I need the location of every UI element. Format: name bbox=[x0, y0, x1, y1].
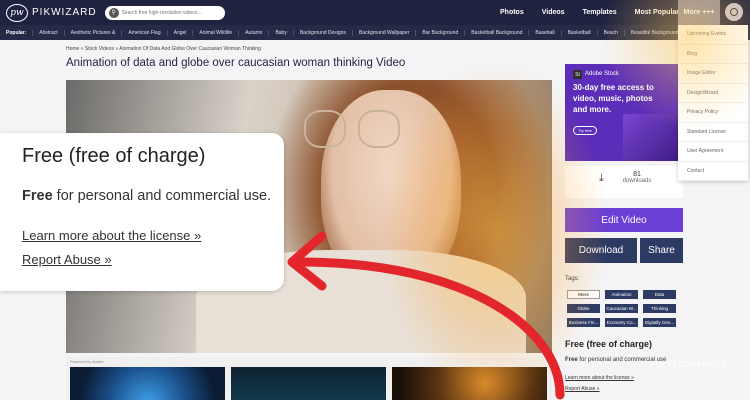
adobe-stock-ad[interactable]: St Adobe Stock 30-day free access to vid… bbox=[565, 64, 683, 161]
sidebar-license-free-bold: Free bbox=[565, 357, 578, 363]
menu-item-upcoming-events[interactable]: Upcoming Events bbox=[678, 25, 748, 45]
pikwizard-logo[interactable]: pw PIKWIZARD bbox=[6, 3, 97, 22]
search-input[interactable] bbox=[121, 9, 222, 16]
tag-more-button[interactable]: More bbox=[567, 290, 600, 299]
downloads-counter: ⤓ 81 downloads bbox=[565, 166, 683, 198]
share-button[interactable]: Share bbox=[640, 238, 683, 263]
nav-templates[interactable]: Templates bbox=[583, 9, 617, 16]
tag-chip[interactable]: Business Fin... bbox=[567, 318, 600, 327]
license-usage-text: for personal and commercial use. bbox=[52, 188, 272, 204]
category-link[interactable]: Autumn bbox=[238, 29, 268, 36]
adobe-ad-artwork bbox=[623, 114, 683, 161]
category-link[interactable]: Baseball bbox=[528, 29, 560, 36]
category-link[interactable]: Angel bbox=[166, 29, 193, 36]
related-video-thumb[interactable] bbox=[70, 367, 225, 400]
search-icon[interactable]: ⚲ bbox=[108, 7, 119, 18]
sidebar-learn-more-link[interactable]: Learn more about the license » bbox=[565, 375, 634, 381]
sidebar-report-abuse-link[interactable]: Report Abuse » bbox=[565, 386, 599, 392]
adobe-try-free-button[interactable]: Try free bbox=[573, 126, 597, 135]
menu-item-blog[interactable]: Blog bbox=[678, 45, 748, 64]
license-heading: Free (free of charge) bbox=[22, 145, 206, 167]
category-link[interactable]: Basketball bbox=[560, 29, 597, 36]
page-title: Animation of data and globe over caucasi… bbox=[66, 57, 406, 69]
tag-chip[interactable]: Economy Co... bbox=[605, 318, 638, 327]
nav-photos[interactable]: Photos bbox=[500, 9, 524, 16]
category-link[interactable]: Baby bbox=[268, 29, 292, 36]
menu-item-standard-license[interactable]: Standard License bbox=[678, 123, 748, 142]
license-free-bold: Free bbox=[22, 188, 53, 204]
watermark: POLYTECHPRESS bbox=[650, 360, 727, 369]
adobe-ad-headline: 30-day free access to video, music, phot… bbox=[573, 83, 654, 114]
more-dropdown-menu: Upcoming Events Blog Image Editor Design… bbox=[678, 25, 748, 181]
related-video-thumb[interactable] bbox=[231, 367, 386, 400]
category-link[interactable]: Background Designs bbox=[292, 29, 352, 36]
nav-videos[interactable]: Videos bbox=[542, 9, 565, 16]
menu-item-image-editor[interactable]: Image Editor bbox=[678, 64, 748, 84]
tag-chip[interactable]: Caucasian W... bbox=[605, 304, 638, 313]
menu-item-contact[interactable]: Contact bbox=[678, 162, 748, 181]
category-link[interactable]: American Flag bbox=[121, 29, 166, 36]
tag-chip[interactable]: Animation bbox=[605, 290, 638, 299]
more-menu-button[interactable]: More +++ bbox=[678, 0, 720, 25]
main-nav: Photos Videos Templates Most Popular bbox=[500, 0, 697, 25]
category-link[interactable]: Abstract bbox=[32, 29, 63, 36]
sidebar-license-heading: Free (free of charge) bbox=[565, 339, 653, 349]
tag-chip[interactable]: Digitally Gen... bbox=[643, 318, 676, 327]
category-link[interactable]: Beautiful Background bbox=[623, 29, 685, 36]
category-link[interactable]: Aesthetic Pictures & bbox=[63, 29, 122, 36]
download-icon: ⤓ bbox=[599, 172, 604, 184]
category-link[interactable]: Basketball Background bbox=[464, 29, 528, 36]
related-videos-strip: Powered by Adobe bbox=[66, 357, 552, 400]
logo-mark: pw bbox=[6, 3, 28, 22]
search-box[interactable]: ⚲ bbox=[104, 5, 225, 20]
learn-more-license-link[interactable]: Learn more about the license » bbox=[22, 228, 201, 243]
download-count-label: downloads bbox=[622, 178, 652, 184]
edit-video-button[interactable]: Edit Video bbox=[565, 208, 683, 232]
glasses-right-lens bbox=[358, 110, 400, 148]
download-count: 81 bbox=[633, 171, 641, 178]
related-video-thumb[interactable] bbox=[392, 367, 547, 400]
menu-item-designwizard[interactable]: DesignWizard bbox=[678, 84, 748, 103]
user-head-icon bbox=[730, 8, 738, 16]
report-abuse-link[interactable]: Report Abuse » bbox=[22, 252, 112, 267]
tags-label: Tags: bbox=[565, 276, 580, 282]
logo-text: PIKWIZARD bbox=[32, 7, 97, 18]
category-link[interactable]: Beach bbox=[596, 29, 624, 36]
tag-chip[interactable]: Data bbox=[643, 290, 676, 299]
tag-chip[interactable]: Thinking bbox=[643, 304, 676, 313]
user-avatar-icon[interactable] bbox=[725, 3, 743, 21]
tag-chip[interactable]: Globe bbox=[567, 304, 600, 313]
nav-most-popular[interactable]: Most Popular bbox=[635, 9, 679, 16]
powered-by-label: Powered by Adobe bbox=[70, 359, 104, 364]
popular-label: Popular: bbox=[6, 29, 27, 36]
adobe-stock-logo: St bbox=[573, 70, 582, 79]
category-bar: Popular: Abstract Aesthetic Pictures & A… bbox=[0, 25, 750, 40]
glasses-left-lens bbox=[304, 110, 346, 148]
category-link[interactable]: Bar Background bbox=[415, 29, 464, 36]
download-button[interactable]: Download bbox=[565, 238, 637, 263]
menu-item-user-agreement[interactable]: User Agreement bbox=[678, 142, 748, 162]
breadcrumb[interactable]: Home » Stock Videos » Animation Of Data … bbox=[66, 46, 261, 52]
adobe-stock-brand: Adobe Stock bbox=[585, 71, 620, 77]
license-text: Free for personal and commercial use. bbox=[22, 188, 271, 204]
category-link[interactable]: Background Wallpaper bbox=[351, 29, 415, 36]
menu-item-privacy-policy[interactable]: Privacy Policy bbox=[678, 103, 748, 123]
category-link[interactable]: Animal Wildlife bbox=[192, 29, 238, 36]
license-popup: Free (free of charge) Free for personal … bbox=[0, 133, 284, 291]
